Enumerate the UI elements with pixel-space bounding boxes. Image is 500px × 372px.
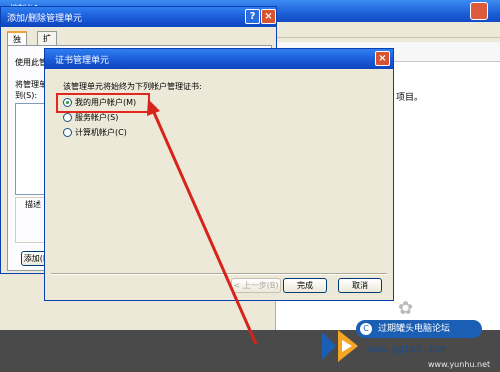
- cancel-button[interactable]: 取消: [338, 278, 382, 293]
- tab-extensions[interactable]: 扩展: [37, 31, 57, 56]
- cert-titlebar: 证书管理单元 ×: [45, 49, 393, 69]
- site-url-secondary: www.yunhu.net: [428, 360, 491, 369]
- cert-close-icon[interactable]: ×: [375, 51, 390, 66]
- paw-watermark-icon: ✿: [398, 298, 414, 319]
- help-icon[interactable]: ?: [245, 9, 260, 24]
- certificates-snapin-dialog: 证书管理单元 × 该管理单元将始终为下列帐户管理证书: 我的用户帐户(M) 服务…: [44, 48, 394, 301]
- finish-button[interactable]: 完成: [283, 278, 327, 293]
- description-label: 描述: [23, 199, 43, 210]
- radio-label: 服务帐户(S): [75, 113, 119, 122]
- site-badge-icon: C: [360, 323, 372, 335]
- back-button[interactable]: < 上一步(B): [231, 278, 281, 293]
- radio-label: 计算机帐户(C): [75, 128, 127, 137]
- cert-title: 证书管理单元: [55, 56, 110, 66]
- site-name: 过期罐头电脑论坛: [378, 324, 451, 334]
- site-url: www.ggtpc.com: [368, 344, 447, 355]
- radio-unselected-icon: [63, 113, 72, 122]
- console-close-icon[interactable]: [470, 2, 488, 20]
- tab-standalone[interactable]: 独立: [7, 31, 27, 57]
- console-pane-text: 项目。: [396, 93, 424, 103]
- close-icon[interactable]: ×: [261, 9, 276, 24]
- use-label: 使用此管: [15, 58, 47, 67]
- add-remove-titlebar: 添加/删除管理单元 ? ×: [1, 7, 276, 27]
- add-remove-title: 添加/删除管理单元: [7, 14, 83, 24]
- cert-prompt: 该管理单元将始终为下列帐户管理证书:: [63, 82, 202, 91]
- button-separator: [51, 273, 387, 275]
- annotation-highlight-box: [56, 93, 150, 113]
- radio-unselected-icon: [63, 128, 72, 137]
- site-banner: C 过期罐头电脑论坛: [356, 320, 482, 338]
